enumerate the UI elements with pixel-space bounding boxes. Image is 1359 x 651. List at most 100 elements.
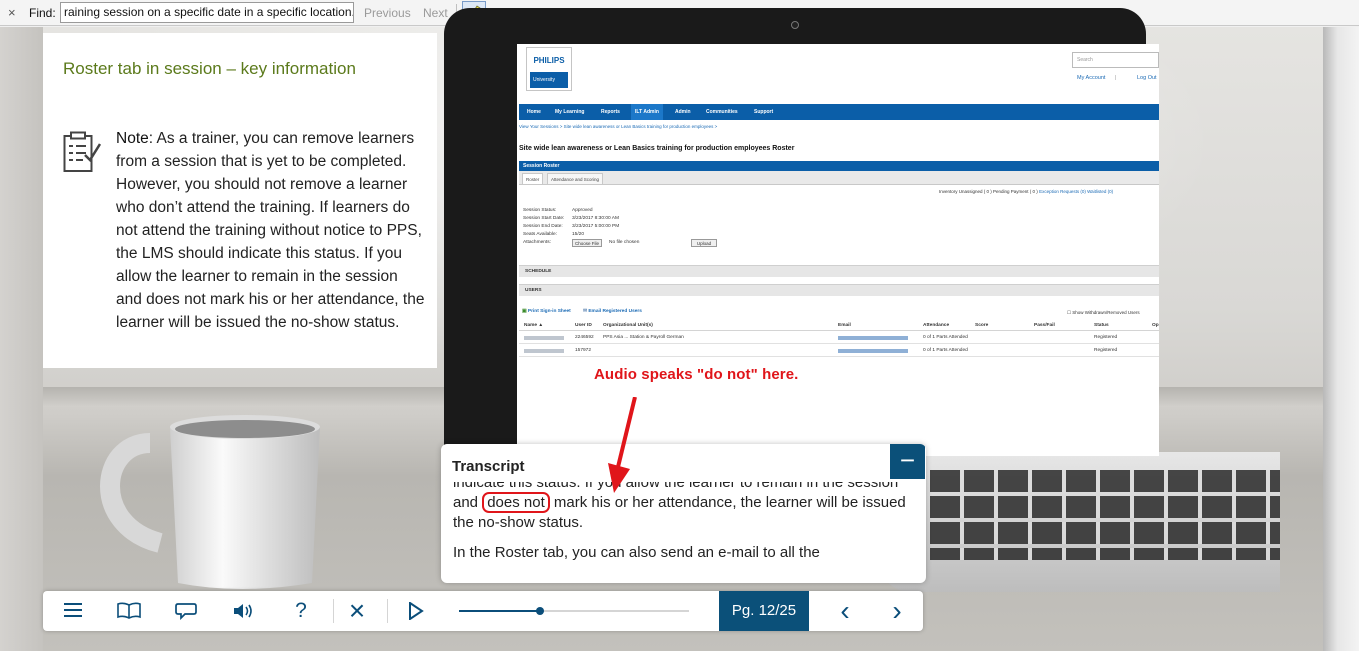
note-title: Roster tab in session – key information bbox=[63, 59, 356, 78]
redacted-email bbox=[838, 336, 908, 340]
transcript-collapse-button[interactable]: − bbox=[890, 444, 925, 479]
speech-bubble-icon bbox=[175, 603, 197, 620]
nav-communities[interactable]: Communities bbox=[706, 104, 738, 120]
play-icon bbox=[409, 602, 424, 620]
logout-link[interactable]: Log Out bbox=[1137, 75, 1157, 81]
transcript-button[interactable] bbox=[168, 591, 204, 631]
stage-left-margin bbox=[0, 27, 43, 651]
status-cell: Registered bbox=[1094, 335, 1118, 340]
redacted-email bbox=[838, 349, 908, 353]
col-email[interactable]: Email bbox=[838, 323, 851, 328]
redacted-name bbox=[524, 336, 564, 340]
col-attendance[interactable]: Attendance bbox=[923, 323, 949, 328]
stage-right-margin bbox=[1323, 27, 1359, 651]
status-cell: Registered bbox=[1094, 348, 1118, 353]
schedule-section[interactable]: SCHEDULE bbox=[519, 265, 1159, 277]
speaker-icon bbox=[234, 604, 252, 618]
tab-attendance-scoring[interactable]: Attendance and Scoring bbox=[547, 173, 604, 185]
user-id-cell: 157972 bbox=[575, 348, 592, 353]
seek-slider[interactable] bbox=[459, 607, 689, 615]
no-file-text: No file chosen bbox=[609, 240, 640, 245]
previous-page-button[interactable]: ‹ bbox=[827, 591, 863, 631]
laptop-camera bbox=[791, 21, 799, 29]
note-card: Roster tab in session – key information … bbox=[43, 33, 437, 368]
print-sign-in-sheet-link[interactable]: ▣ Print Sign-in Sheet bbox=[522, 309, 571, 314]
seek-handle[interactable] bbox=[535, 607, 544, 615]
checklist-icon bbox=[63, 131, 101, 172]
show-withdrawn-label: Show Withdrawn/Removed Users bbox=[1072, 310, 1140, 315]
lms-search-input[interactable]: Search bbox=[1072, 52, 1159, 68]
next-page-button[interactable]: › bbox=[879, 591, 915, 631]
upload-button[interactable]: Upload bbox=[691, 239, 717, 247]
users-section[interactable]: USERS bbox=[519, 284, 1159, 296]
find-next-button[interactable]: Next bbox=[423, 0, 448, 26]
note-body: Note: As a trainer, you can remove learn… bbox=[116, 127, 426, 334]
play-button[interactable] bbox=[398, 591, 434, 631]
nav-my-learning[interactable]: My Learning bbox=[555, 104, 584, 120]
annotation-callout: Audio speaks "do not" here. bbox=[594, 366, 799, 383]
table-row: 157972 0 of 1 Parts Attended Registered bbox=[519, 345, 1159, 357]
note-text: : As a trainer, you can remove learners … bbox=[116, 130, 425, 331]
seats-value: 15/20 bbox=[572, 232, 585, 237]
table-row: 2246592 PPS Asia ... Station & Payroll G… bbox=[519, 332, 1159, 344]
laptop-keyboard bbox=[930, 470, 1280, 560]
audio-button[interactable] bbox=[226, 591, 262, 631]
email-registered-users-link[interactable]: ✉ Email Registered Users bbox=[583, 309, 642, 314]
find-previous-button[interactable]: Previous bbox=[364, 0, 411, 26]
col-name[interactable]: Name ▲ bbox=[524, 323, 543, 328]
tab-roster[interactable]: Roster bbox=[522, 173, 544, 185]
session-end-label: Session End Date: bbox=[523, 224, 563, 229]
account-separator: | bbox=[1115, 75, 1117, 81]
redacted-name bbox=[524, 349, 564, 353]
nav-reports[interactable]: Reports bbox=[601, 104, 620, 120]
nav-ilt-admin[interactable]: ILT Admin bbox=[631, 104, 663, 120]
annotation-arrow-icon bbox=[608, 397, 637, 493]
find-label: Find: bbox=[29, 6, 56, 20]
coffee-mug-image bbox=[100, 415, 320, 589]
col-pass-fail[interactable]: Pass/Fail bbox=[1034, 323, 1055, 328]
col-options[interactable]: Op bbox=[1152, 323, 1159, 328]
attendance-cell: 0 of 1 Parts Attended bbox=[923, 348, 968, 353]
print-sheet-label: Print Sign-in Sheet bbox=[527, 309, 571, 314]
highlighted-phrase: does not bbox=[482, 492, 550, 513]
session-end-value: 3/23/2017 5:00:00 PM bbox=[572, 224, 620, 229]
session-status-value: Approved bbox=[572, 208, 593, 213]
col-status[interactable]: Status bbox=[1094, 323, 1109, 328]
seats-label: Seats Available: bbox=[523, 232, 558, 237]
glossary-button[interactable] bbox=[111, 591, 147, 631]
nav-support[interactable]: Support bbox=[754, 104, 773, 120]
help-button[interactable]: ? bbox=[283, 591, 319, 631]
attendance-cell: 0 of 1 Parts Attended bbox=[923, 335, 968, 340]
lms-nav-bar: Home My Learning Reports ILT Admin Admin… bbox=[519, 104, 1159, 120]
transcript-title: Transcript bbox=[452, 458, 525, 475]
roster-table-header: Name ▲ User ID Organizational Unit(s) Em… bbox=[519, 321, 1159, 331]
logo-sub: University bbox=[530, 72, 568, 88]
player-divider bbox=[333, 599, 334, 623]
page-indicator: Pg. 12/25 bbox=[719, 591, 809, 631]
close-find-button[interactable]: × bbox=[8, 0, 16, 26]
player-divider bbox=[387, 599, 388, 623]
show-withdrawn-checkbox[interactable]: ☐ Show Withdrawn/Removed Users bbox=[1067, 310, 1140, 316]
transcript-text[interactable]: indicate this status. If you allow the l… bbox=[453, 482, 913, 578]
nav-admin[interactable]: Admin bbox=[675, 104, 691, 120]
exit-button[interactable]: × bbox=[339, 591, 375, 631]
player-control-bar: ? × Pg. 12/25 ‹ › bbox=[43, 591, 923, 631]
menu-icon bbox=[64, 603, 82, 617]
breadcrumb[interactable]: View Your Sessions > Site wide lean awar… bbox=[519, 124, 717, 129]
session-start-label: Session Start Date: bbox=[523, 216, 565, 221]
seek-progress bbox=[459, 610, 540, 612]
my-account-link[interactable]: My Account bbox=[1077, 75, 1105, 81]
transcript-paragraph: In the Roster tab, you can also send an … bbox=[453, 544, 820, 561]
col-user-id[interactable]: User ID bbox=[575, 323, 592, 328]
exception-waitlist-links[interactable]: Exception Requests (0) Waitlisted (0) bbox=[1039, 189, 1113, 194]
roster-tabs: Roster Attendance and Scoring bbox=[519, 171, 1159, 185]
philips-university-logo[interactable]: PHILIPS University bbox=[526, 47, 572, 91]
col-org-unit[interactable]: Organizational Unit(s) bbox=[603, 323, 653, 328]
menu-button[interactable] bbox=[55, 591, 91, 631]
email-registered-label: Email Registered Users bbox=[588, 309, 642, 314]
choose-file-button[interactable]: Choose File bbox=[572, 239, 603, 247]
col-score[interactable]: Score bbox=[975, 323, 988, 328]
find-input[interactable]: raining session on a specific date in a … bbox=[60, 2, 354, 23]
nav-home[interactable]: Home bbox=[527, 104, 541, 120]
lms-screen: PHILIPS University Search My Account | L… bbox=[517, 44, 1159, 456]
